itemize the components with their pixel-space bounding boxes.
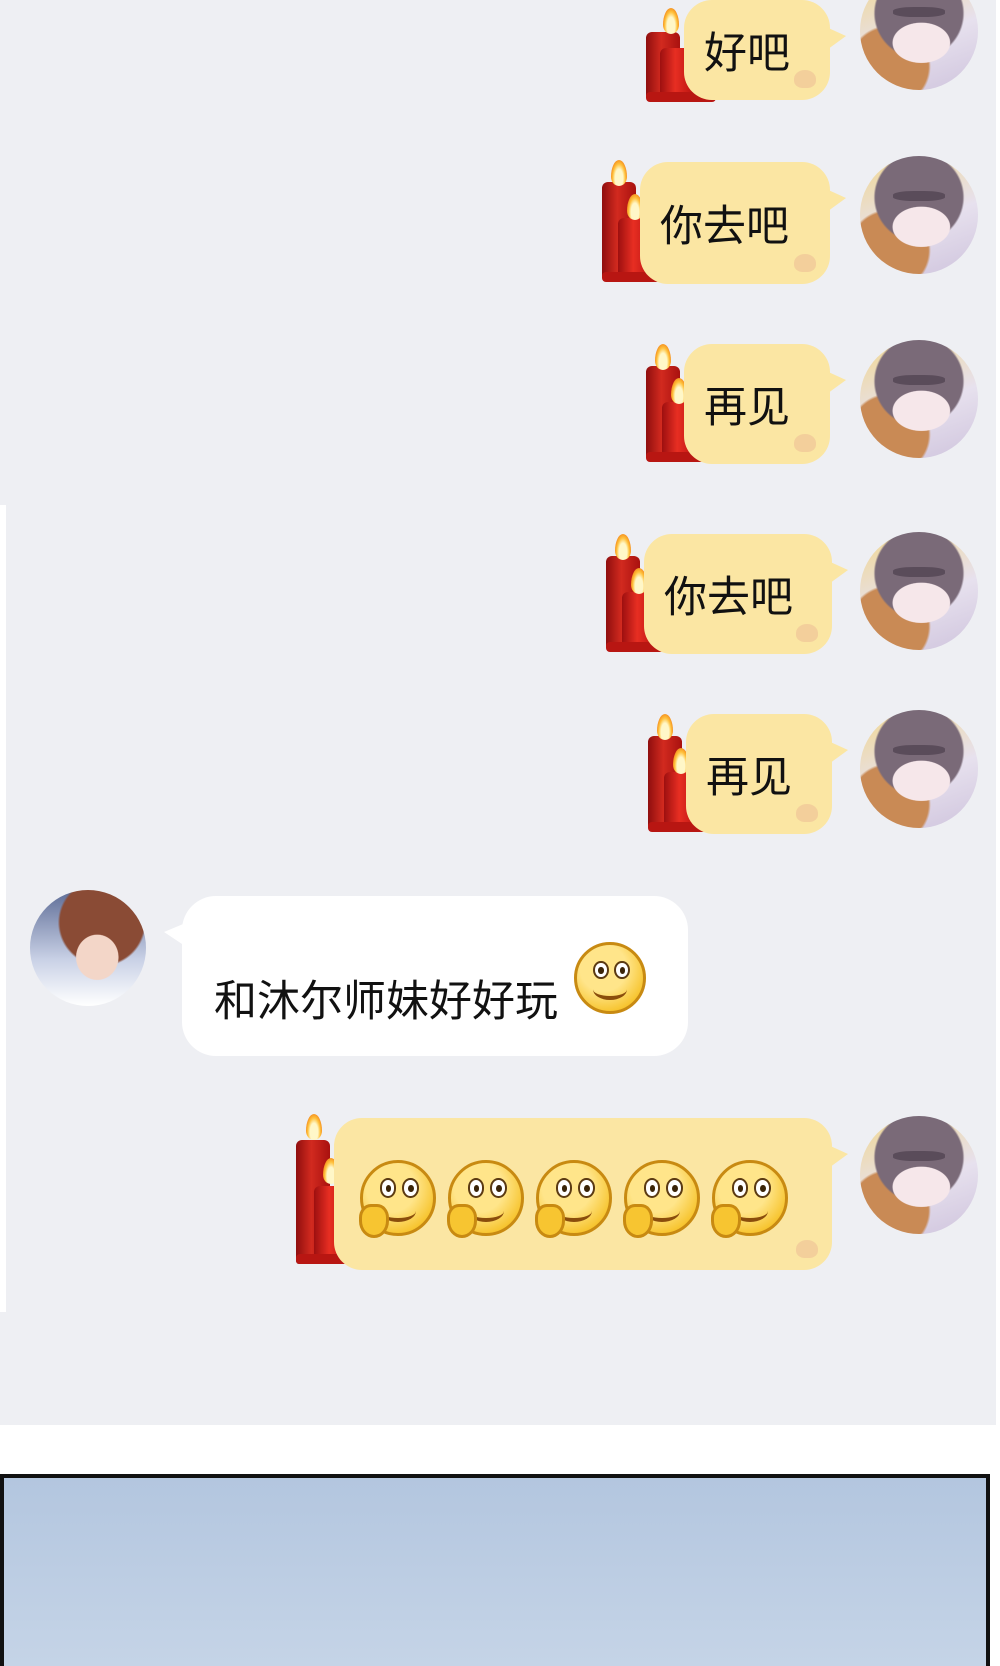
message-text: 你去吧 <box>664 573 793 623</box>
outgoing-bubble[interactable]: 再见 <box>686 714 848 834</box>
my-avatar[interactable] <box>860 340 978 458</box>
my-avatar[interactable] <box>860 532 978 650</box>
incoming-bubble[interactable]: 和沐尔师妹好好玩 <box>164 896 688 1056</box>
my-avatar[interactable] <box>860 1116 978 1234</box>
smile-emoji-icon <box>574 942 646 1014</box>
message-text: 你去吧 <box>660 202 789 252</box>
chat-area: 好吧 你去吧 再见 你去吧 再见 和沐尔师妹好好玩 <box>0 0 1000 1425</box>
next-comic-panel <box>0 1474 990 1666</box>
my-avatar[interactable] <box>860 156 978 274</box>
contact-avatar[interactable] <box>30 890 146 1006</box>
outgoing-bubble[interactable] <box>334 1118 848 1270</box>
message-text: 再见 <box>706 753 792 803</box>
hand-smile-emoji-icon <box>622 1160 700 1238</box>
my-avatar[interactable] <box>860 710 978 828</box>
outgoing-bubble[interactable]: 你去吧 <box>640 162 846 284</box>
my-avatar[interactable] <box>860 0 978 90</box>
panel-gutter-right <box>996 0 1000 1425</box>
outgoing-bubble[interactable]: 你去吧 <box>644 534 848 654</box>
message-text: 再见 <box>704 383 790 433</box>
hand-smile-emoji-icon <box>358 1160 436 1238</box>
panel-gutter-left <box>0 505 6 1312</box>
hand-smile-emoji-icon <box>446 1160 524 1238</box>
message-text: 和沐尔师妹好好玩 <box>214 977 558 1027</box>
hand-smile-emoji-icon <box>534 1160 612 1238</box>
hand-smile-emoji-icon <box>710 1160 788 1238</box>
message-text: 好吧 <box>704 29 790 79</box>
outgoing-bubble[interactable]: 好吧 <box>684 0 846 100</box>
outgoing-bubble[interactable]: 再见 <box>684 344 846 464</box>
